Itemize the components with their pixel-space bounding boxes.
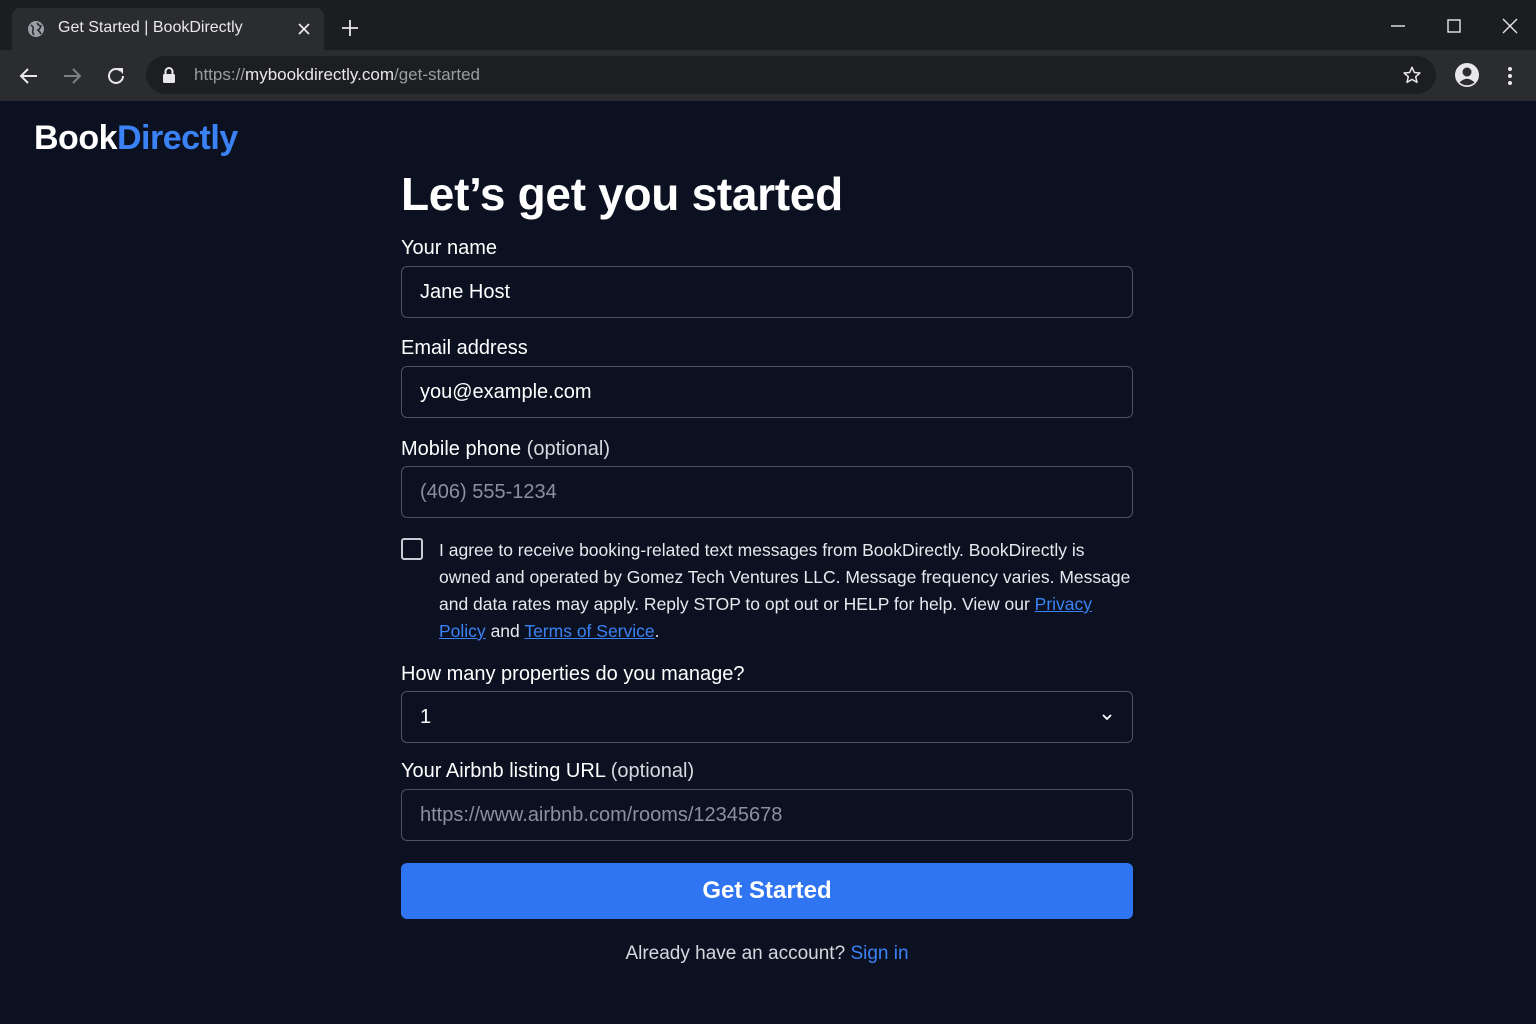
reload-icon[interactable] (104, 64, 128, 88)
browser-toolbar: https://mybookdirectly.com/get-started (0, 50, 1536, 101)
close-window-icon[interactable] (1500, 16, 1520, 36)
logo-part-book: Book (34, 119, 118, 157)
properties-select[interactable]: 1 (401, 691, 1133, 743)
terms-of-service-link[interactable]: Terms of Service (524, 621, 654, 641)
minimize-icon[interactable] (1388, 16, 1408, 36)
lock-icon (163, 67, 175, 83)
profile-avatar-icon[interactable] (1454, 62, 1480, 88)
url-host: mybookdirectly.com (245, 65, 394, 84)
new-tab-icon[interactable] (340, 18, 360, 38)
page-title: Let’s get you started (401, 168, 843, 220)
properties-label: How many properties do you manage? (401, 663, 745, 685)
airbnb-url-label: Your Airbnb listing URL (optional) (401, 760, 694, 783)
url-path: /get-started (393, 65, 480, 84)
url-text[interactable]: https://mybookdirectly.com/get-started (194, 65, 480, 85)
get-started-button[interactable]: Get Started (401, 863, 1133, 919)
phone-label: Mobile phone (optional) (401, 438, 610, 461)
address-bar[interactable]: https://mybookdirectly.com/get-started (146, 56, 1436, 94)
bookmark-star-icon[interactable] (1402, 65, 1422, 85)
airbnb-url-input[interactable]: https://www.airbnb.com/rooms/12345678 (401, 789, 1133, 841)
email-label: Email address (401, 337, 528, 359)
forward-arrow-icon[interactable] (60, 64, 84, 88)
more-options-icon[interactable] (1500, 64, 1520, 88)
phone-input[interactable]: (406) 555-1234 (401, 466, 1133, 518)
phone-optional-tag: (optional) (526, 438, 611, 460)
consent-and: and (490, 621, 520, 641)
airbnb-label-text: Your Airbnb listing URL (401, 760, 606, 782)
close-tab-icon[interactable] (296, 21, 312, 37)
sms-consent-text: I agree to receive booking-related text … (439, 537, 1139, 645)
browser-tab[interactable]: Get Started | BookDirectly (12, 8, 324, 50)
airbnb-optional-tag: (optional) (610, 760, 695, 782)
url-scheme: https:// (194, 65, 246, 84)
name-label: Your name (401, 237, 497, 259)
signin-prompt-text: Already have an account? (625, 943, 846, 964)
properties-selected-value: 1 (420, 705, 432, 728)
sms-consent-checkbox[interactable] (401, 538, 423, 560)
browser-tab-strip: Get Started | BookDirectly (0, 0, 1536, 50)
name-input[interactable]: Jane Host (401, 266, 1133, 318)
page-content: BookDirectly Let’s get you started Your … (0, 101, 1536, 1024)
logo-part-directly: Directly (117, 119, 238, 157)
phone-label-text: Mobile phone (401, 438, 522, 460)
sign-in-link[interactable]: Sign in (850, 943, 908, 964)
maximize-icon[interactable] (1444, 16, 1464, 36)
brand-logo[interactable]: BookDirectly (34, 119, 238, 158)
consent-body: I agree to receive booking-related text … (439, 540, 1131, 614)
chevron-down-icon (1102, 714, 1112, 721)
back-arrow-icon[interactable] (17, 64, 41, 88)
globe-icon (28, 21, 44, 37)
email-input[interactable]: you@example.com (401, 366, 1133, 418)
signin-prompt: Already have an account? Sign in (401, 943, 1133, 965)
consent-period: . (654, 621, 660, 641)
tab-title: Get Started | BookDirectly (58, 19, 243, 36)
